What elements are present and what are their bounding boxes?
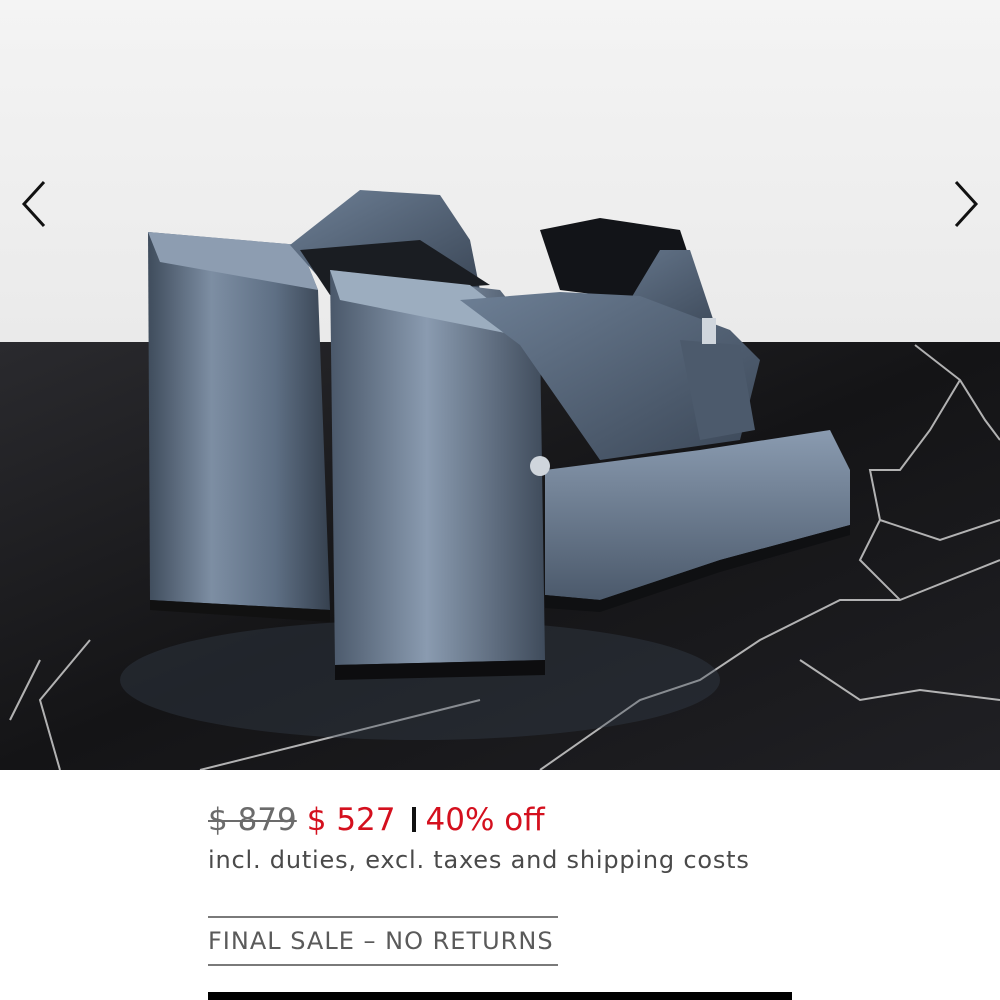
- sale-price: $ 527: [306, 802, 396, 838]
- price-row: $ 879 $ 527 40% off: [208, 800, 545, 840]
- chevron-left-icon: [21, 180, 46, 228]
- product-page: $ 879 $ 527 40% off incl. duties, excl. ta…: [0, 0, 1000, 1000]
- previous-image-button[interactable]: [14, 172, 54, 236]
- add-to-bag-button[interactable]: [208, 992, 792, 1000]
- discount-label: 40% off: [425, 802, 545, 838]
- original-price: $ 879: [208, 802, 297, 838]
- tax-note: incl. duties, excl. taxes and shipping c…: [208, 846, 750, 874]
- final-sale-notice: FINAL SALE – NO RETURNS: [208, 916, 558, 966]
- product-image-gallery[interactable]: [0, 0, 1000, 770]
- chevron-right-icon: [954, 180, 979, 228]
- product-image: [0, 0, 1000, 770]
- product-info: $ 879 $ 527 40% off incl. duties, excl. ta…: [208, 770, 792, 1000]
- next-image-button[interactable]: [946, 172, 986, 236]
- price-divider: [411, 807, 416, 832]
